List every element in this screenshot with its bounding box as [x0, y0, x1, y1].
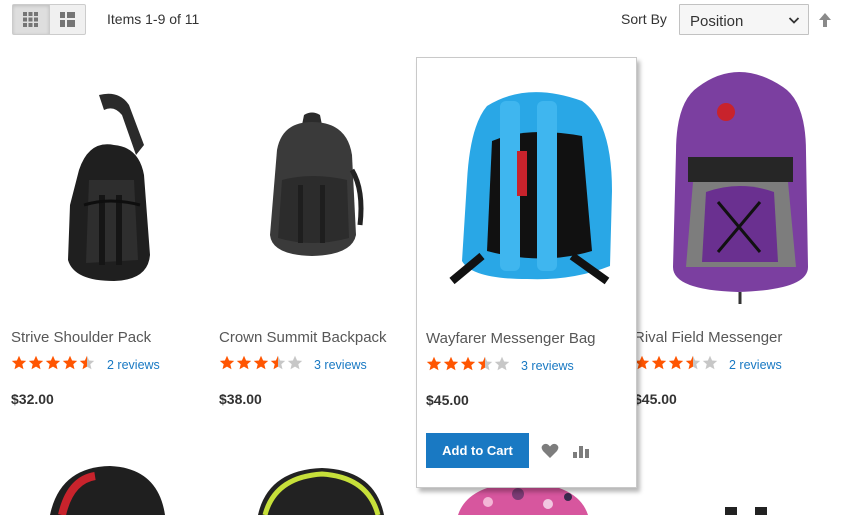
messenger-backpack-image: [448, 91, 612, 284]
star-icon: [28, 355, 44, 370]
reviews-link[interactable]: 2 reviews: [107, 358, 160, 372]
star-icon: [62, 355, 78, 370]
rating-stars: [219, 355, 303, 371]
product-name-link[interactable]: Wayfarer Messenger Bag: [426, 330, 596, 347]
star-icon: [253, 355, 269, 370]
view-mode-toggle: [12, 4, 86, 35]
product-image-partial[interactable]: [250, 462, 390, 515]
star-icon: [685, 355, 701, 370]
star-icon: [668, 355, 684, 370]
star-icon: [702, 355, 718, 370]
grid-icon: [23, 12, 39, 27]
star-icon: [443, 356, 459, 371]
product-image[interactable]: [417, 58, 636, 313]
star-icon: [219, 355, 235, 370]
star-icon: [236, 355, 252, 370]
product-name-link[interactable]: Strive Shoulder Pack: [11, 329, 151, 346]
list-view-button[interactable]: [48, 5, 86, 34]
product-name-link[interactable]: Rival Field Messenger: [634, 329, 782, 346]
product-price: $32.00: [11, 391, 54, 407]
rating-stars: [634, 355, 718, 371]
product-item: Strive Shoulder Pack 2 reviews $32.00: [0, 57, 207, 488]
sort-direction-arrow-icon[interactable]: [818, 12, 832, 28]
star-icon: [270, 355, 286, 370]
star-icon: [651, 355, 667, 370]
rating-stars: [11, 355, 95, 371]
product-item: Crown Summit Backpack 3 reviews $38.00: [208, 57, 415, 488]
product-image[interactable]: [634, 57, 841, 312]
purple-backpack-image: [672, 72, 808, 304]
star-icon: [45, 355, 61, 370]
product-item-hovered: Wayfarer Messenger Bag 3 reviews $45.00 …: [416, 57, 637, 488]
backpack-image: [269, 112, 363, 256]
product-item: Rival Field Messenger 2 reviews $45.00: [634, 57, 841, 488]
product-price: $45.00: [426, 392, 469, 408]
rating-stars: [426, 356, 510, 372]
star-icon: [477, 356, 493, 371]
product-image-partial[interactable]: [690, 462, 800, 515]
star-icon: [287, 355, 303, 370]
product-image[interactable]: [208, 57, 415, 312]
star-icon: [494, 356, 510, 371]
reviews-link[interactable]: 3 reviews: [521, 359, 574, 373]
star-icon: [79, 355, 95, 370]
reviews-link[interactable]: 2 reviews: [729, 358, 782, 372]
heart-icon[interactable]: [541, 443, 559, 459]
reviews-link[interactable]: 3 reviews: [314, 358, 367, 372]
sort-by-label: Sort By: [621, 11, 667, 27]
sort-by-select[interactable]: Position: [679, 4, 809, 35]
product-price: $45.00: [634, 391, 677, 407]
toolbar-amount: Items 1-9 of 11: [107, 11, 200, 27]
product-name-link[interactable]: Crown Summit Backpack: [219, 329, 387, 346]
star-icon: [460, 356, 476, 371]
grid-view-button[interactable]: [13, 5, 49, 34]
star-icon: [11, 355, 27, 370]
star-icon: [426, 356, 442, 371]
shoulder-pack-image: [67, 93, 150, 281]
sort-by-value: Position: [690, 13, 744, 30]
product-price: $38.00: [219, 391, 262, 407]
list-icon: [59, 12, 75, 27]
chevron-down-icon: [788, 17, 800, 24]
product-image-partial[interactable]: [40, 462, 170, 515]
compare-chart-icon[interactable]: [572, 443, 590, 459]
product-image[interactable]: [0, 57, 207, 312]
add-to-cart-button[interactable]: Add to Cart: [426, 433, 529, 468]
